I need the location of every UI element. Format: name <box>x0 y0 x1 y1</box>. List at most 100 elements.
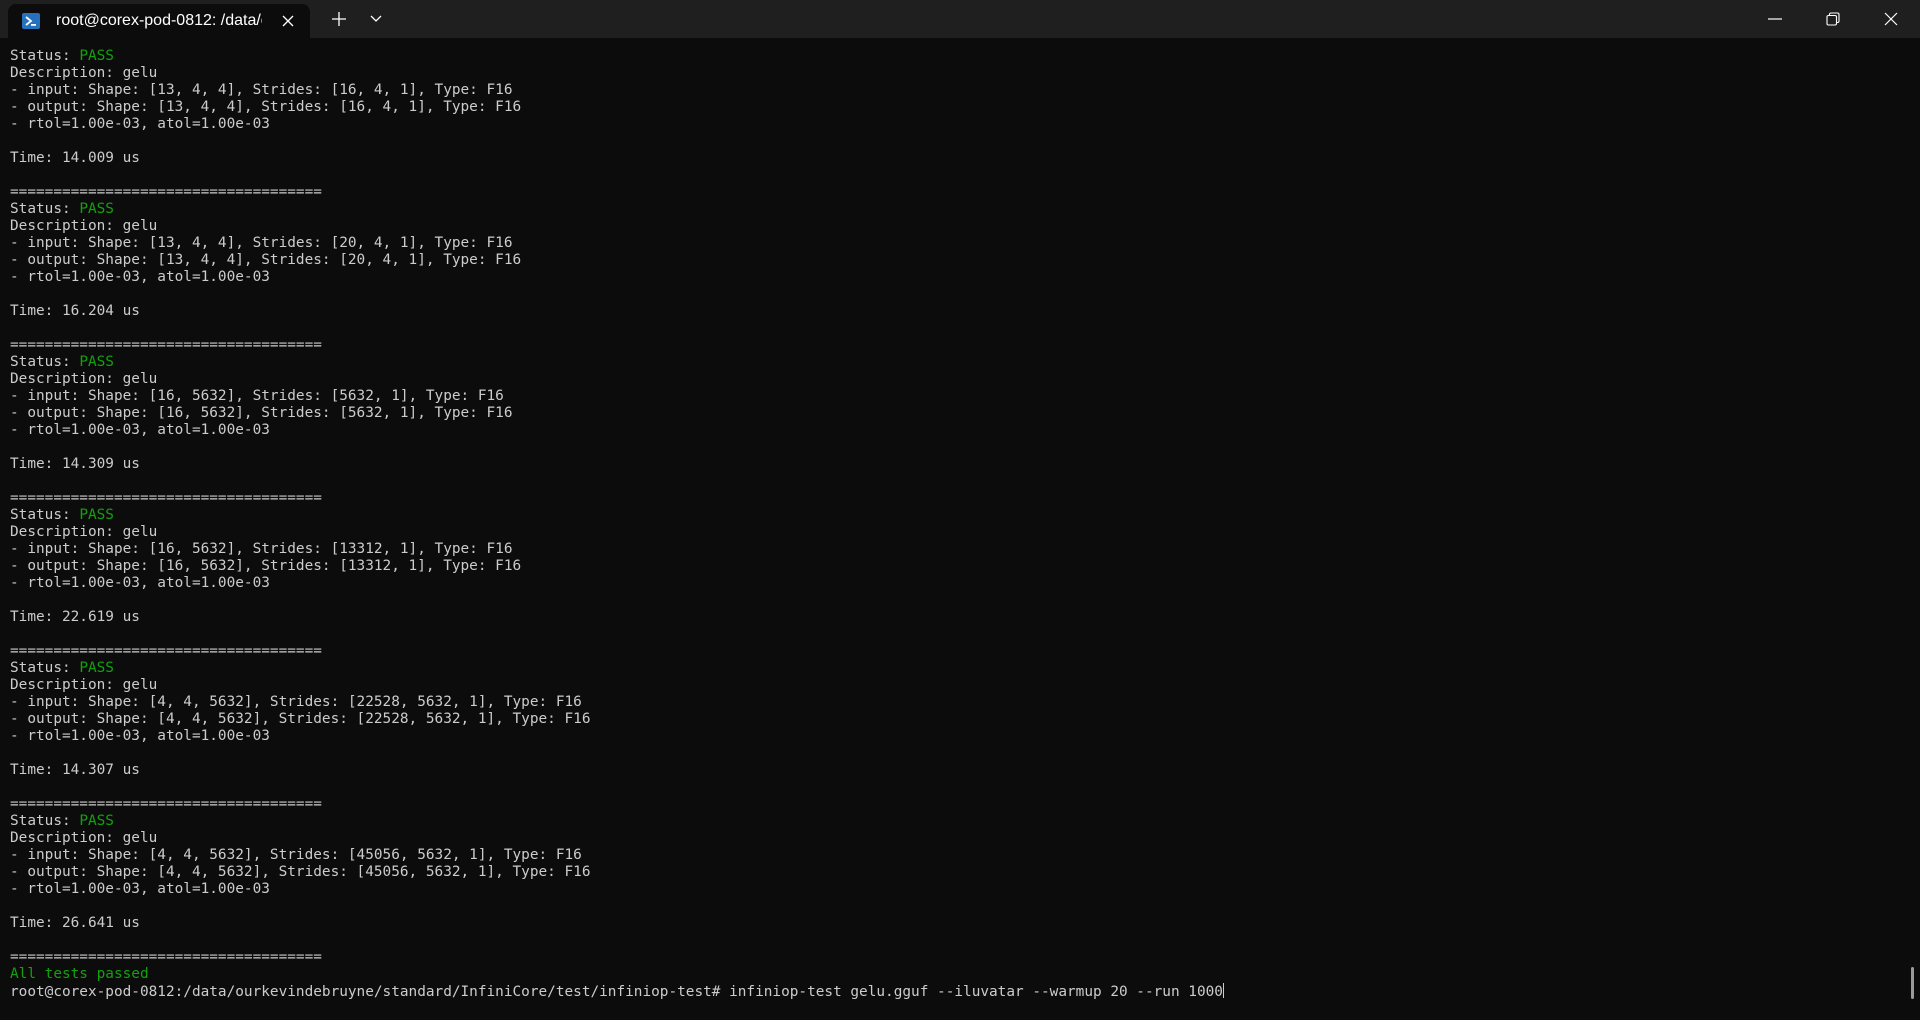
terminal-line-text: Time: 22.619 us <box>10 609 140 625</box>
terminal-output[interactable]: Status: PASS Description: gelu - input: Sh… <box>0 38 1920 1020</box>
terminal-line: - input: Shape: [16, 5632], Strides: [56… <box>10 388 1224 405</box>
terminal-line: - output: Shape: [16, 5632], Strides: [1… <box>10 558 1224 575</box>
terminal-line-text: - rtol=1.00e-03, atol=1.00e-03 <box>10 575 270 591</box>
terminal-line: ==================================== <box>10 490 1224 507</box>
terminal-line: ==================================== <box>10 337 1224 354</box>
terminal-line-text: Description: gelu <box>10 65 158 81</box>
terminal-line-text: - input: Shape: [13, 4, 4], Strides: [16… <box>10 82 513 98</box>
terminal-line-highlight: PASS <box>79 507 114 523</box>
minimize-icon <box>1768 18 1782 20</box>
terminal-line-highlight: PASS <box>79 48 114 64</box>
terminal-line: Time: 14.309 us <box>10 456 1224 473</box>
terminal-line-text: - input: Shape: [4, 4, 5632], Strides: [… <box>10 847 582 863</box>
terminal-line: - rtol=1.00e-03, atol=1.00e-03 <box>10 269 1224 286</box>
terminal-line: - rtol=1.00e-03, atol=1.00e-03 <box>10 881 1224 898</box>
terminal-line-text: - input: Shape: [16, 5632], Strides: [56… <box>10 388 504 404</box>
terminal-tab[interactable]: root@corex-pod-0812: /data/c <box>8 4 310 38</box>
terminal-line-text: - rtol=1.00e-03, atol=1.00e-03 <box>10 269 270 285</box>
close-icon <box>282 15 294 27</box>
terminal-line: - rtol=1.00e-03, atol=1.00e-03 <box>10 116 1224 133</box>
close-icon <box>1884 12 1898 26</box>
terminal-line-text: Status: <box>10 354 80 370</box>
terminal-line-text: Description: gelu <box>10 218 158 234</box>
terminal-line: ==================================== <box>10 949 1224 966</box>
terminal-line-text: Time: 14.307 us <box>10 762 140 778</box>
terminal-line: Description: gelu <box>10 524 1224 541</box>
terminal-line-text: ==================================== <box>10 490 322 506</box>
terminal-line-highlight: PASS <box>79 354 114 370</box>
terminal-line-text: Description: gelu <box>10 371 158 387</box>
close-tab-button[interactable] <box>276 9 300 33</box>
restore-icon <box>1826 12 1840 26</box>
terminal-line: Description: gelu <box>10 371 1224 388</box>
terminal-line-text: Description: gelu <box>10 524 158 540</box>
terminal-line: Time: 16.204 us <box>10 303 1224 320</box>
terminal-line: ==================================== <box>10 643 1224 660</box>
terminal-line-highlight: PASS <box>79 813 114 829</box>
terminal-line: - input: Shape: [4, 4, 5632], Strides: [… <box>10 694 1224 711</box>
terminal-line: - rtol=1.00e-03, atol=1.00e-03 <box>10 575 1224 592</box>
terminal-line: - input: Shape: [16, 5632], Strides: [13… <box>10 541 1224 558</box>
close-window-button[interactable] <box>1862 0 1920 38</box>
terminal-line: Time: 22.619 us <box>10 609 1224 626</box>
terminal-line-text: - rtol=1.00e-03, atol=1.00e-03 <box>10 422 270 438</box>
title-bar: root@corex-pod-0812: /data/c <box>0 0 1920 38</box>
terminal-line: Status: PASS <box>10 660 1224 677</box>
terminal-line-text: Time: 14.009 us <box>10 150 140 166</box>
terminal-line-text: Description: gelu <box>10 677 158 693</box>
terminal-line-highlight: All tests passed <box>10 966 149 982</box>
terminal-line-text: - rtol=1.00e-03, atol=1.00e-03 <box>10 881 270 897</box>
terminal-line: Status: PASS <box>10 48 1224 65</box>
terminal-line-text: Status: <box>10 660 80 676</box>
terminal-line-text: ==================================== <box>10 337 322 353</box>
terminal-line: Time: 14.009 us <box>10 150 1224 167</box>
tab-title: root@corex-pod-0812: /data/c <box>56 12 262 29</box>
terminal-line-text: Status: <box>10 507 80 523</box>
terminal-line: - output: Shape: [4, 4, 5632], Strides: … <box>10 864 1224 881</box>
terminal-line-text: - rtol=1.00e-03, atol=1.00e-03 <box>10 728 270 744</box>
terminal-line: Time: 14.307 us <box>10 762 1224 779</box>
powershell-icon <box>22 12 40 30</box>
terminal-line: - output: Shape: [4, 4, 5632], Strides: … <box>10 711 1224 728</box>
terminal-line-text: - rtol=1.00e-03, atol=1.00e-03 <box>10 116 270 132</box>
terminal-line: All tests passed <box>10 966 1224 983</box>
new-tab-button[interactable] <box>322 0 356 38</box>
scrollbar-thumb[interactable] <box>1911 967 1914 999</box>
terminal-lines: Status: PASS Description: gelu - input: Sh… <box>10 48 1224 1000</box>
terminal-line: - input: Shape: [13, 4, 4], Strides: [20… <box>10 235 1224 252</box>
terminal-line: Status: PASS <box>10 507 1224 524</box>
terminal-line: Status: PASS <box>10 813 1224 830</box>
terminal-line: Description: gelu <box>10 677 1224 694</box>
tab-dropdown-button[interactable] <box>360 0 392 38</box>
terminal-line-text: ==================================== <box>10 796 322 812</box>
terminal-line-text: - input: Shape: [13, 4, 4], Strides: [20… <box>10 235 513 251</box>
terminal-line-highlight: PASS <box>79 660 114 676</box>
minimize-button[interactable] <box>1746 0 1804 38</box>
terminal-line: ==================================== <box>10 796 1224 813</box>
terminal-line: Status: PASS <box>10 201 1224 218</box>
terminal-line: Status: PASS <box>10 354 1224 371</box>
terminal-line: - output: Shape: [13, 4, 4], Strides: [2… <box>10 252 1224 269</box>
terminal-line-text: - output: Shape: [4, 4, 5632], Strides: … <box>10 864 591 880</box>
terminal-line-text: - output: Shape: [4, 4, 5632], Strides: … <box>10 711 591 727</box>
terminal-line-text: Status: <box>10 48 80 64</box>
terminal-line: Description: gelu <box>10 218 1224 235</box>
terminal-line: - output: Shape: [13, 4, 4], Strides: [1… <box>10 99 1224 116</box>
terminal-line: - output: Shape: [16, 5632], Strides: [5… <box>10 405 1224 422</box>
chevron-down-icon <box>370 15 382 22</box>
terminal-line-text: - output: Shape: [13, 4, 4], Strides: [2… <box>10 252 522 268</box>
restore-button[interactable] <box>1804 0 1862 38</box>
terminal-line: Description: gelu <box>10 65 1224 82</box>
terminal-line-text: - output: Shape: [16, 5632], Strides: [1… <box>10 558 522 574</box>
plus-icon <box>332 12 346 26</box>
terminal-line: ==================================== <box>10 184 1224 201</box>
